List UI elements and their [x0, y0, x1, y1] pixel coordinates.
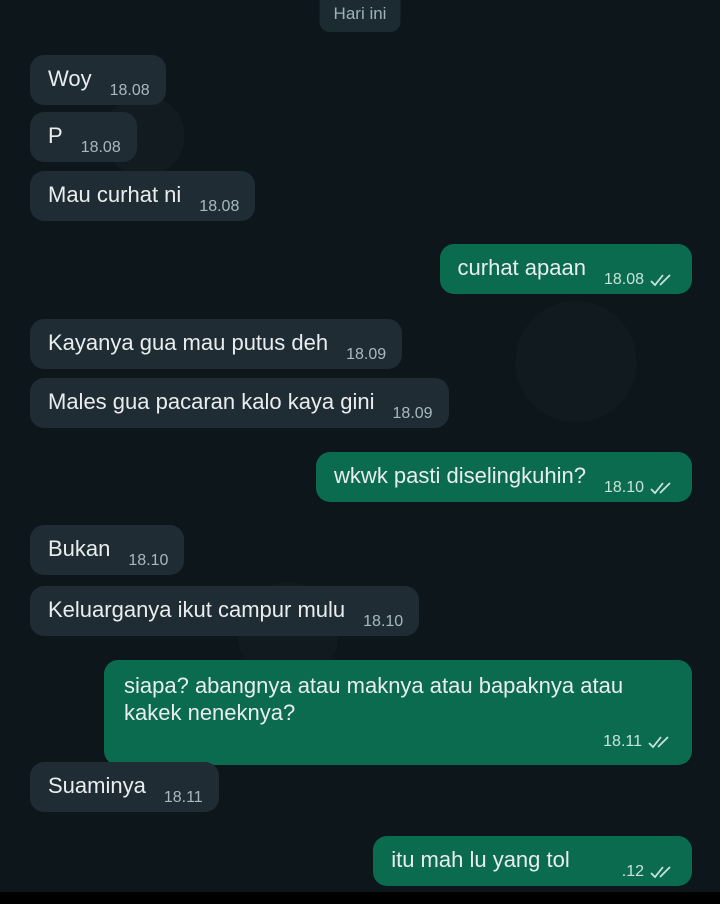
message-text: Males gua pacaran kalo kaya gini — [48, 389, 375, 414]
message-time: 18.10 — [604, 474, 676, 501]
message-bubble-incoming[interactable]: Males gua pacaran kalo kaya gini 18.09 — [30, 378, 449, 428]
message-text: Keluarganya ikut campur mulu — [48, 597, 346, 622]
message-text: wkwk pasti diselingkuhin? — [334, 463, 586, 488]
message-text: Kayanya gua mau putus deh — [48, 330, 329, 355]
message-time: 18.09 — [346, 346, 387, 363]
message-text: siapa? abangnya atau maknya atau bapakny… — [124, 673, 630, 725]
message-text: itu mah lu yang tol — [391, 847, 570, 872]
message-time: 18.10 — [363, 613, 404, 630]
message-time: 18.08 — [604, 266, 676, 293]
message-text: Woy — [48, 66, 92, 91]
message-bubble-incoming[interactable]: Suaminya 18.11 — [30, 762, 219, 812]
message-time: 18.08 — [80, 139, 121, 156]
message-bubble-incoming[interactable]: Mau curhat ni 18.08 — [30, 171, 256, 221]
message-bubble-incoming[interactable]: Woy 18.08 — [30, 55, 166, 105]
message-bubble-incoming[interactable]: Keluarganya ikut campur mulu 18.10 — [30, 586, 420, 636]
message-time: 18.11 — [163, 789, 203, 806]
message-time: 18.10 — [128, 552, 169, 569]
message-bubble-incoming[interactable]: Bukan 18.10 — [30, 525, 185, 575]
message-text: curhat apaan — [457, 255, 586, 280]
message-text: Bukan — [48, 536, 111, 561]
message-bubble-incoming[interactable]: Kayanya gua mau putus deh 18.09 — [30, 319, 403, 369]
message-bubble-incoming[interactable]: P 18.08 — [30, 112, 137, 162]
message-time: 18.08 — [199, 198, 240, 215]
message-text: P — [48, 123, 63, 148]
message-time: 18.09 — [392, 405, 433, 422]
message-time: 18.08 — [109, 82, 150, 99]
message-bubble-outgoing[interactable]: siapa? abangnya atau maknya atau bapakny… — [104, 660, 692, 765]
double-check-icon — [650, 865, 671, 878]
double-check-icon — [648, 735, 669, 748]
message-text: Mau curhat ni — [48, 182, 182, 207]
message-bubble-outgoing[interactable]: wkwk pasti diselingkuhin? 18.10 — [316, 452, 692, 502]
double-check-icon — [650, 481, 671, 494]
date-divider: Hari ini — [319, 0, 401, 32]
message-bubble-outgoing[interactable]: itu mah lu yang tol .12 — [373, 836, 692, 886]
message-time: 18.11 — [124, 728, 674, 755]
double-check-icon — [650, 273, 671, 286]
message-time: .12 — [622, 858, 676, 885]
message-bubble-outgoing[interactable]: curhat apaan 18.08 — [439, 244, 692, 294]
bottom-edge — [0, 892, 720, 904]
message-text: Suaminya — [48, 773, 146, 798]
